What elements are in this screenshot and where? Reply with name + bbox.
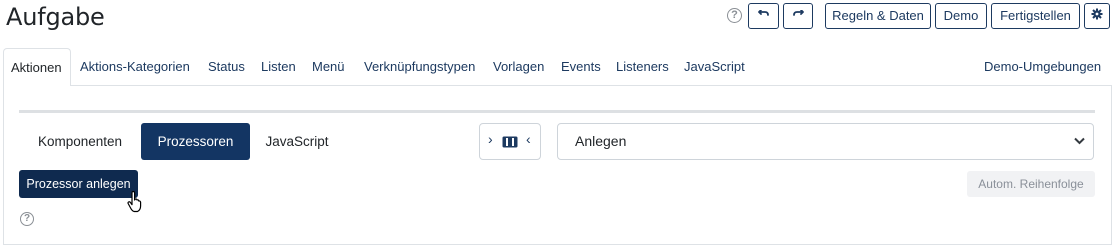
finish-button[interactable]: Fertigstellen (991, 3, 1080, 29)
redo-icon (793, 9, 804, 16)
tab-listeners[interactable]: Listeners (616, 48, 669, 86)
chevron-down-icon (1074, 137, 1085, 145)
tab-events[interactable]: Events (561, 48, 601, 86)
rules-data-button[interactable]: Regeln & Daten (825, 3, 931, 29)
create-processor-button[interactable]: Prozessor anlegen (19, 170, 138, 198)
redo-button[interactable] (783, 3, 813, 29)
tab-aktions-kategorien[interactable]: Aktions-Kategorien (80, 48, 190, 86)
hand-cursor-icon (127, 191, 142, 213)
undo-icon (757, 9, 769, 16)
gear-icon (1091, 8, 1103, 20)
tab-listen[interactable]: Listen (261, 48, 296, 86)
tab-menue[interactable]: Menü (312, 48, 345, 86)
tab-demo-umgebungen[interactable]: Demo-Umgebungen (984, 48, 1101, 86)
columns-icon (502, 136, 518, 148)
tab-status[interactable]: Status (208, 48, 245, 86)
chevron-left-icon: ‹ (526, 131, 531, 147)
tab-verknuepfungstypen[interactable]: Verknüpfungstypen (364, 48, 475, 86)
divider (19, 110, 1095, 113)
chevron-right-icon: › (488, 131, 493, 147)
demo-button[interactable]: Demo (935, 3, 987, 29)
settings-button[interactable] (1084, 3, 1110, 29)
tab-javascript[interactable]: JavaScript (684, 48, 745, 86)
subnav-komponenten[interactable]: Komponenten (19, 123, 141, 160)
undo-button[interactable] (748, 3, 779, 29)
tab-bar: Aktionen Aktions-Kategorien Status Liste… (0, 48, 1114, 86)
help-icon[interactable]: ? (727, 8, 742, 23)
select-value: Anlegen (575, 133, 627, 149)
auto-order-button: Autom. Reihenfolge (967, 171, 1095, 197)
page-title: Aufgabe (6, 3, 105, 31)
subnav-javascript[interactable]: JavaScript (250, 123, 344, 160)
processor-select[interactable]: Anlegen (557, 123, 1094, 160)
tab-panel (3, 85, 1112, 245)
tab-aktionen[interactable]: Aktionen (3, 48, 71, 86)
tab-vorlagen[interactable]: Vorlagen (493, 48, 544, 86)
panel-toggle[interactable]: › ‹ (479, 123, 541, 160)
help-icon-bottom[interactable]: ? (20, 212, 34, 226)
subnav-prozessoren[interactable]: Prozessoren (141, 123, 250, 160)
